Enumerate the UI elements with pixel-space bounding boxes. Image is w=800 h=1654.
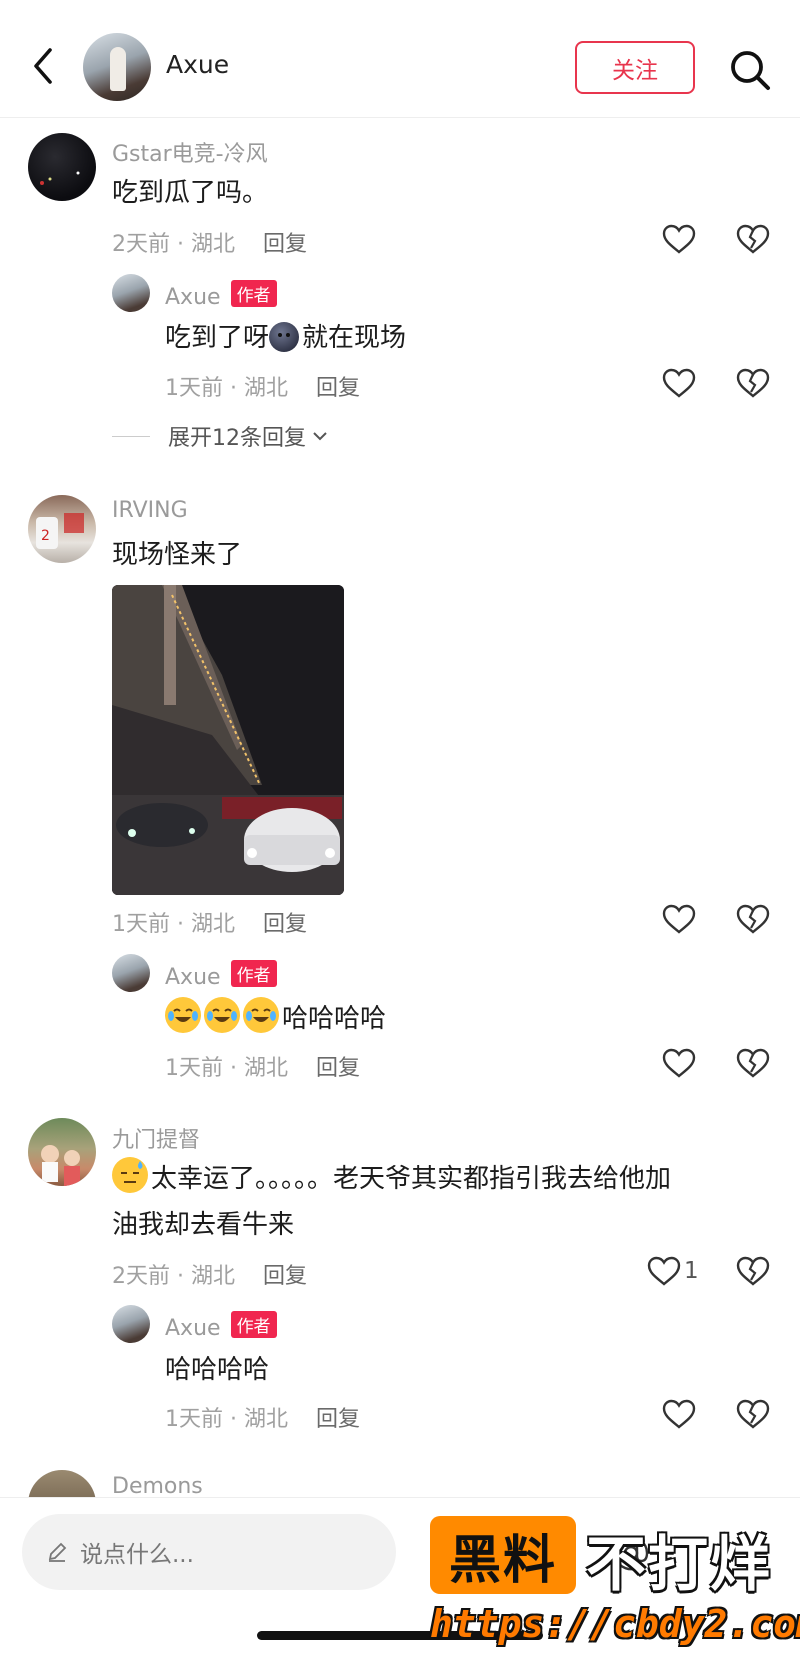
comment-meta: 2天前 · 湖北 回复: [112, 226, 307, 258]
reply-button[interactable]: 回复: [263, 912, 307, 937]
like-icon[interactable]: [662, 224, 696, 254]
comment-text: 现场怪来了: [112, 540, 243, 570]
author-badge: 作者: [230, 960, 277, 987]
dislike-icon[interactable]: [736, 904, 770, 934]
reply-text: 吃到了呀 就在现场: [165, 322, 407, 353]
like-count: 1: [684, 1258, 699, 1284]
dislike-icon[interactable]: [736, 1048, 770, 1078]
reply-meta: 1天前 · 湖北 回复: [165, 1056, 360, 1081]
top-bar: Axue 关注: [0, 0, 800, 118]
dislike-icon[interactable]: [736, 224, 770, 254]
comment-username[interactable]: Demons: [112, 1474, 203, 1499]
expand-replies-button[interactable]: 展开12条回复: [112, 420, 330, 452]
header-username[interactable]: Axue: [166, 50, 229, 79]
watermark: 黑料 不打烊 https://cbdy2.com: [428, 1510, 800, 1654]
search-icon[interactable]: [728, 48, 772, 92]
author-badge: 作者: [230, 1311, 277, 1338]
reply-text: 哈哈哈哈: [165, 996, 386, 1042]
comment-text: 吃到瓜了吗。: [112, 178, 269, 208]
comment-username[interactable]: 九门提督: [112, 1122, 200, 1154]
pencil-icon: [48, 1542, 67, 1562]
like-icon[interactable]: [662, 1048, 696, 1078]
dislike-icon[interactable]: [736, 1256, 770, 1286]
crying-laughing-emoji-icon: [243, 997, 279, 1033]
like-icon[interactable]: [662, 904, 696, 934]
comment-input-placeholder: 说点什么...: [80, 1542, 194, 1568]
reply-meta: 1天前 · 湖北 回复: [165, 376, 360, 401]
chevron-down-icon: [313, 432, 327, 441]
author-badge: 作者: [230, 280, 277, 307]
reply-button[interactable]: 回复: [263, 232, 307, 257]
avatar[interactable]: [112, 274, 150, 312]
like-icon[interactable]: [662, 368, 696, 398]
comment-username[interactable]: Gstar电竞-冷风: [112, 136, 268, 168]
like-icon[interactable]: [647, 1256, 681, 1286]
avatar[interactable]: [83, 33, 151, 101]
reply-username[interactable]: Axue 作者: [165, 1311, 277, 1341]
reply-button[interactable]: 回复: [316, 376, 360, 401]
comment-input[interactable]: 说点什么...: [22, 1514, 396, 1590]
avatar[interactable]: [112, 954, 150, 992]
dislike-icon[interactable]: [736, 368, 770, 398]
reply-username[interactable]: Axue 作者: [165, 280, 277, 310]
reply-username[interactable]: Axue 作者: [165, 960, 277, 990]
like-icon[interactable]: [662, 1399, 696, 1429]
follow-button[interactable]: 关注: [575, 41, 695, 94]
avatar[interactable]: [28, 133, 96, 201]
svg-text:2: 2: [41, 528, 50, 544]
watermark-url: https://cbdy2.com: [430, 1602, 800, 1646]
comment-text: 太幸运了。。。。。老天爷其实都指引我去给他加 油我却去看牛来: [112, 1156, 772, 1248]
comment-username[interactable]: IRVING: [112, 498, 188, 523]
crying-laughing-emoji-icon: [165, 997, 201, 1033]
reply-button[interactable]: 回复: [316, 1407, 360, 1432]
avatar[interactable]: 2: [28, 495, 96, 563]
reply-meta: 1天前 · 湖北 回复: [165, 1407, 360, 1432]
back-icon[interactable]: [26, 44, 62, 88]
dark-face-emoji-icon: [269, 322, 300, 352]
watermark-box-text: 黑料: [430, 1516, 576, 1594]
comment-meta: 1天前 · 湖北 回复: [112, 912, 307, 937]
watermark-text: 不打烊: [586, 1530, 772, 1600]
avatar[interactable]: [112, 1305, 150, 1343]
sweat-smile-emoji-icon: [112, 1157, 148, 1193]
reply-button[interactable]: 回复: [316, 1056, 360, 1081]
crying-laughing-emoji-icon: [204, 997, 240, 1033]
reply-text: 哈哈哈哈: [165, 1355, 270, 1385]
dislike-icon[interactable]: [736, 1399, 770, 1429]
comment-meta: 2天前 · 湖北 回复: [112, 1264, 307, 1289]
comment-time: 2天前 · 湖北: [112, 232, 235, 257]
avatar[interactable]: [28, 1118, 96, 1186]
reply-button[interactable]: 回复: [263, 1264, 307, 1289]
comment-image[interactable]: [112, 585, 344, 895]
